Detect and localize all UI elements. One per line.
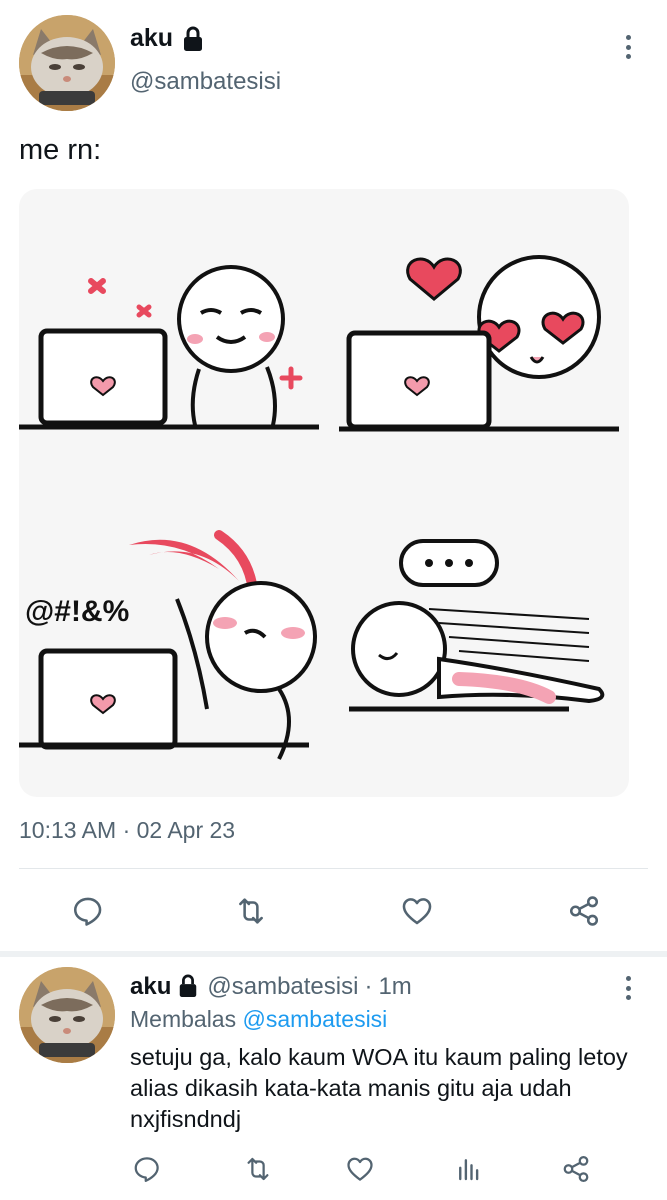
reply-age: 1m [378,973,412,1000]
comic-panel-angry: @#!&% [19,530,317,760]
share-icon [563,1156,589,1182]
replying-mention[interactable]: @sambatesisi [243,1006,388,1032]
like-icon [347,1157,373,1181]
display-name[interactable]: aku [130,24,173,53]
lock-icon [177,974,201,1000]
like-icon [402,898,432,925]
more-options-button[interactable] [618,32,638,62]
display-name[interactable]: aku [130,973,171,1001]
replying-to: Membalas @sambatesisi [130,1006,387,1033]
comic-panel-defeated [349,539,605,712]
meta-separator: · [364,973,373,1000]
reply-button[interactable] [127,1149,167,1189]
divider [19,868,648,869]
tweet-text: me rn: [19,134,102,166]
comic-swear-text: @#!&% [25,595,129,628]
more-dot-icon [625,44,631,50]
comic-panel-happy [19,265,319,430]
reply-icon [73,897,102,926]
reply-author-row: aku @sambatesisi · 1m [130,973,412,1001]
more-dot-icon [625,54,631,59]
reply-button[interactable] [68,891,108,931]
retweet-button[interactable] [231,891,271,931]
more-options-button[interactable] [618,973,638,1003]
replying-label: Membalas [130,1006,237,1032]
section-separator [0,951,667,957]
analytics-icon [459,1159,479,1181]
share-button[interactable] [556,1149,596,1189]
analytics-button[interactable] [449,1149,489,1189]
retweet-button[interactable] [238,1149,278,1189]
comic-panel-love [339,255,619,432]
more-dot-icon [625,985,631,991]
handle[interactable]: @sambatesisi [130,68,281,96]
reply-icon [134,1157,159,1182]
share-button[interactable] [564,891,604,931]
share-icon [569,896,599,926]
handle[interactable]: @sambatesisi [207,973,358,1001]
like-button[interactable] [340,1149,380,1189]
retweet-icon [247,1157,269,1181]
author-row: aku [130,24,205,53]
retweet-icon [239,898,263,924]
comic-illustration: @#!&% [19,255,619,760]
more-dot-icon [625,976,631,981]
avatar[interactable] [19,15,115,111]
more-dot-icon [625,995,631,1000]
avatar[interactable] [19,967,115,1063]
tweet-timestamp[interactable]: 10:13 AM · 02 Apr 23 [19,817,235,844]
tweet-media[interactable]: @#!&% [19,189,629,797]
lock-icon [181,26,205,52]
like-button[interactable] [397,891,437,931]
reply-text: setuju ga, kalo kaum WOA itu kaum paling… [130,1044,628,1132]
more-dot-icon [625,35,631,40]
